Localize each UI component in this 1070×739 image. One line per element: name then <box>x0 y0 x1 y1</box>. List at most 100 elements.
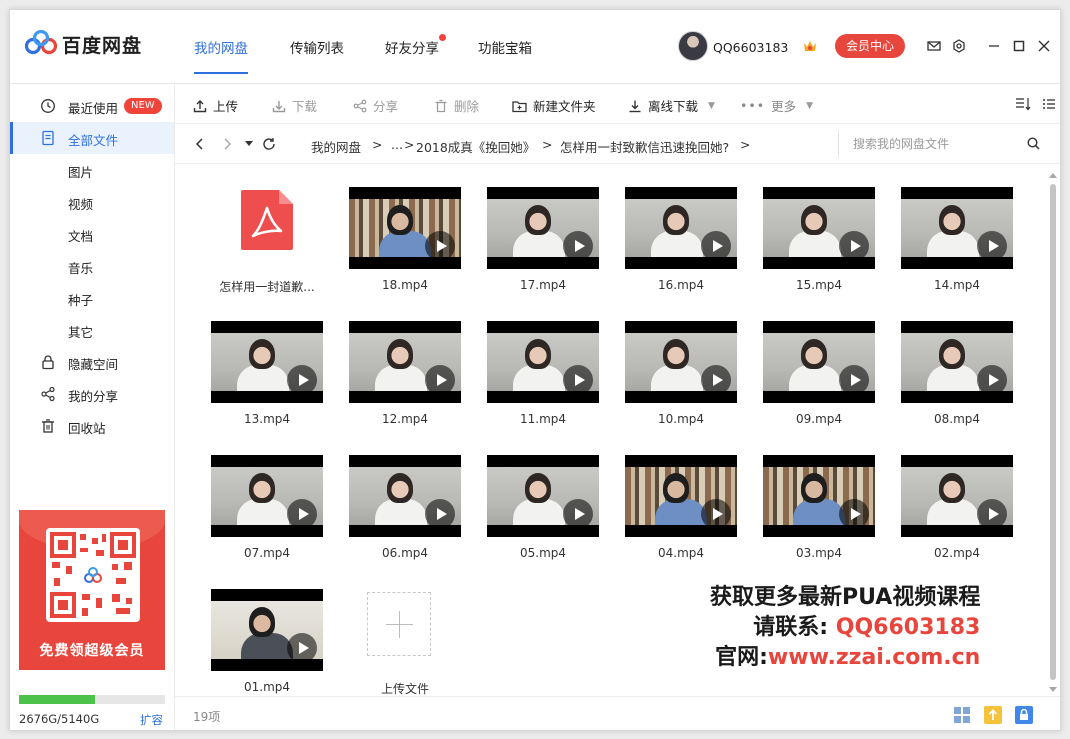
video-thumbnail <box>211 455 323 537</box>
expand-storage-link[interactable]: 扩容 <box>140 712 163 728</box>
file-name: 18.mp4 <box>381 278 429 292</box>
sidebar-item-label: 最近使用 <box>68 101 119 116</box>
share-label: 分享 <box>373 99 399 114</box>
sidebar-item-label: 图片 <box>68 165 94 180</box>
forward-icon[interactable] <box>222 138 232 150</box>
scroll-down-icon[interactable] <box>1049 687 1057 692</box>
new-folder-button[interactable]: 新建文件夹 <box>512 96 596 115</box>
scrollbar-thumb[interactable] <box>1050 184 1056 680</box>
breadcrumb: 我的网盘 > ... > 2018成真《挽回她》 > 怎样用一封致歉信迅速挽回她… <box>175 124 1060 164</box>
file-item-video[interactable]: 07.mp4 <box>205 443 329 573</box>
vip-center-button[interactable]: 会员中心 <box>835 34 905 58</box>
upload-button[interactable]: 上传 <box>193 96 238 115</box>
file-item-video[interactable]: 05.mp4 <box>481 443 605 573</box>
video-figure-head <box>663 339 689 369</box>
chevron-down-icon: ▼ <box>708 100 715 111</box>
file-item-video[interactable]: 18.mp4 <box>343 175 467 305</box>
upload-transfer-icon[interactable] <box>983 705 1003 725</box>
video-figure-head <box>249 339 275 369</box>
file-item-video[interactable]: 09.mp4 <box>757 309 881 439</box>
sidebar-item-my-share[interactable]: 我的分享 <box>10 378 174 410</box>
sidebar-item-label: 回收站 <box>68 421 106 436</box>
scroll-up-icon[interactable] <box>1049 173 1057 178</box>
minimize-icon[interactable] <box>987 39 1001 53</box>
sidebar-item-music[interactable]: 音乐 <box>10 250 174 282</box>
breadcrumb-item-folder[interactable]: 2018成真《挽回她》 <box>416 137 535 156</box>
file-item-video[interactable]: 17.mp4 <box>481 175 605 305</box>
watermark-text: 获取更多最新PUA视频课程 请联系: QQ6603183 官网:www.zzai… <box>710 583 980 673</box>
settings-icon[interactable] <box>952 39 966 53</box>
breadcrumb-item-current[interactable]: 怎样用一封致歉信迅速挽回她? <box>560 137 729 156</box>
sidebar-item-torrents[interactable]: 种子 <box>10 282 174 314</box>
video-figure-head <box>801 205 827 235</box>
promo-banner[interactable]: 免费领超级会员 <box>19 510 165 670</box>
sort-icon[interactable] <box>1015 97 1031 111</box>
tab-transfer-list[interactable]: 传输列表 <box>290 37 344 57</box>
video-figure-head <box>939 473 965 503</box>
video-thumbnail <box>625 321 737 403</box>
lock-safe-icon[interactable] <box>1014 705 1034 725</box>
vip-crown-icon[interactable] <box>802 38 818 54</box>
app-name: 百度网盘 <box>62 34 143 57</box>
grid-view-icon[interactable] <box>952 705 972 725</box>
file-name: 04.mp4 <box>657 546 705 560</box>
tab-friend-share[interactable]: 好友分享 <box>385 34 446 57</box>
username[interactable]: QQ6603183 <box>713 40 788 55</box>
delete-button[interactable]: 删除 <box>434 96 479 115</box>
file-item-video[interactable]: 13.mp4 <box>205 309 329 439</box>
video-figure-body <box>793 499 845 525</box>
sidebar-item-docs[interactable]: 文档 <box>10 218 174 250</box>
sidebar-item-images[interactable]: 图片 <box>10 154 174 186</box>
watermark-line-3: 官网:www.zzai.com.cn <box>710 643 980 673</box>
file-item-video[interactable]: 11.mp4 <box>481 309 605 439</box>
upload-file-tile[interactable]: 上传文件 <box>343 577 467 707</box>
tab-my-disk[interactable]: 我的网盘 <box>194 37 248 74</box>
play-icon <box>287 365 317 395</box>
file-name: 08.mp4 <box>933 412 981 426</box>
file-item-video[interactable]: 15.mp4 <box>757 175 881 305</box>
file-item-video[interactable]: 12.mp4 <box>343 309 467 439</box>
mail-icon[interactable] <box>927 39 941 53</box>
history-dropdown-icon[interactable] <box>245 141 253 147</box>
download-button[interactable]: 下载 <box>272 96 317 115</box>
baidu-cloud-logo-icon <box>24 30 58 55</box>
file-item-video[interactable]: 10.mp4 <box>619 309 743 439</box>
back-icon[interactable] <box>195 138 205 150</box>
file-item-video[interactable]: 16.mp4 <box>619 175 743 305</box>
sidebar-item-recent[interactable]: 最近使用 NEW <box>10 90 174 122</box>
file-item-video[interactable]: 14.mp4 <box>895 175 1019 305</box>
search-input[interactable] <box>853 134 1013 154</box>
app-logo: 百度网盘 <box>24 30 142 58</box>
sidebar-item-videos[interactable]: 视频 <box>10 186 174 218</box>
file-name: 12.mp4 <box>381 412 429 426</box>
list-view-icon[interactable] <box>1042 97 1056 111</box>
avatar[interactable] <box>678 31 708 61</box>
search-icon[interactable] <box>1027 137 1040 150</box>
file-item-video[interactable]: 08.mp4 <box>895 309 1019 439</box>
promo-text: 免费领超级会员 <box>39 643 145 659</box>
file-name: 10.mp4 <box>657 412 705 426</box>
more-button[interactable]: ••• 更多 ▼ <box>740 96 813 115</box>
file-item-video[interactable]: 04.mp4 <box>619 443 743 573</box>
vertical-scrollbar[interactable] <box>1047 170 1059 694</box>
share-icon <box>353 99 367 112</box>
breadcrumb-item-ellipsis[interactable]: ... <box>391 137 403 152</box>
close-icon[interactable] <box>1037 39 1051 53</box>
sidebar-item-other[interactable]: 其它 <box>10 314 174 346</box>
offline-download-button[interactable]: 离线下载 ▼ <box>628 96 715 115</box>
file-item-video[interactable]: 01.mp4 <box>205 577 329 707</box>
file-item-video[interactable]: 03.mp4 <box>757 443 881 573</box>
file-item-video[interactable]: 06.mp4 <box>343 443 467 573</box>
sidebar-item-recycle-bin[interactable]: 回收站 <box>10 410 174 442</box>
video-thumbnail <box>763 321 875 403</box>
tab-toolbox[interactable]: 功能宝箱 <box>478 37 532 57</box>
maximize-icon[interactable] <box>1012 39 1026 53</box>
share-button[interactable]: 分享 <box>353 96 398 115</box>
breadcrumb-item-root[interactable]: 我的网盘 <box>311 137 361 156</box>
video-thumbnail <box>487 187 599 269</box>
sidebar-item-all-files[interactable]: 全部文件 <box>10 122 174 154</box>
file-item-video[interactable]: 02.mp4 <box>895 443 1019 573</box>
file-item-pdf[interactable]: 怎样用一封道歉... <box>205 175 329 305</box>
sidebar-item-hidden-space[interactable]: 隐藏空间 <box>10 346 174 378</box>
refresh-icon[interactable] <box>262 137 276 151</box>
